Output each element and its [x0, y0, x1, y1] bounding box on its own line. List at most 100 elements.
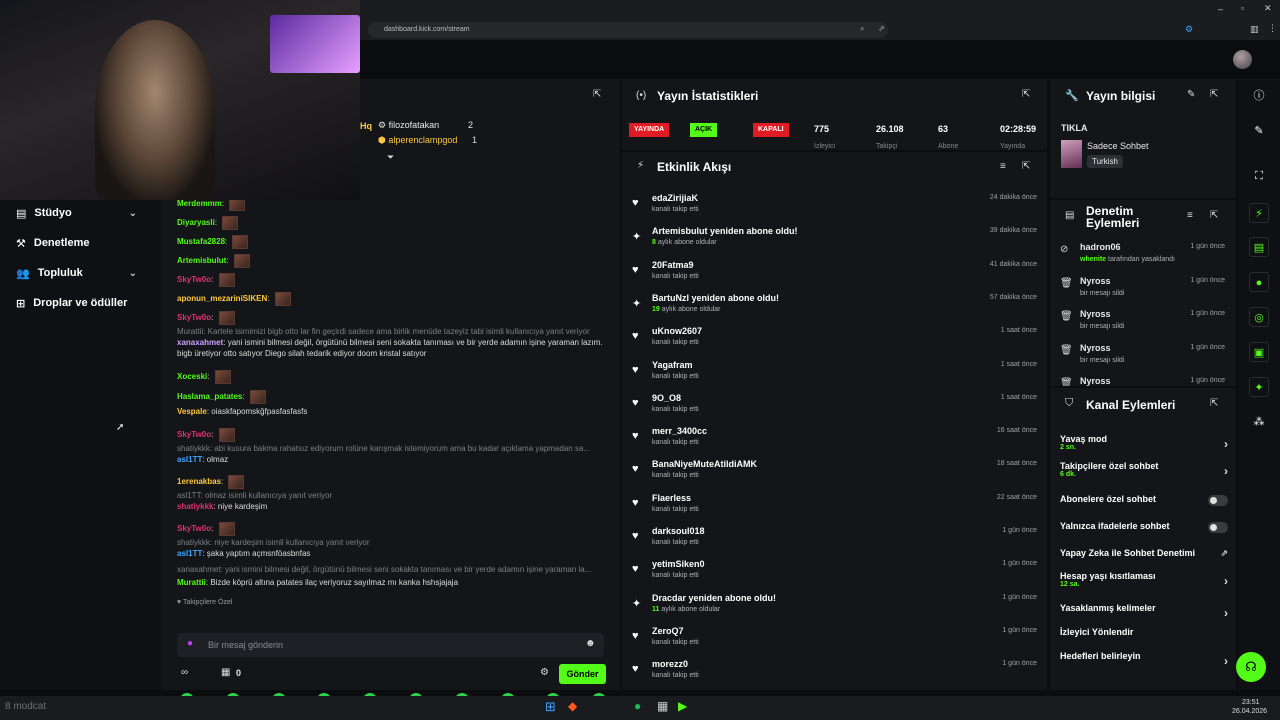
chat-username[interactable]: Merdemmm	[177, 199, 222, 208]
chat-username[interactable]: asl1TT	[177, 455, 202, 464]
chat-username[interactable]: Xoceski	[177, 372, 207, 381]
filter-icon[interactable]: ⏷	[387, 152, 394, 163]
emoji-icon[interactable]: ☻	[585, 638, 596, 649]
channel-action-item[interactable]: Yalnızca ifadelerle sohbet	[1060, 521, 1230, 543]
channel-action-item[interactable]: Hesap yaşı kısıtlaması 12 sa. ›	[1060, 571, 1230, 593]
extension-icon[interactable]: ⚙	[1185, 24, 1193, 35]
sidebar-item-studio[interactable]: ▤ Stüdyo ⌄	[16, 203, 151, 223]
windows-icon[interactable]: ⊞	[545, 699, 556, 715]
pen-icon[interactable]: ✎	[1249, 121, 1269, 141]
event-item[interactable]: ♥ 20Fatma9 kanalı takip etti 41 dakika önce	[632, 257, 1042, 290]
chat-username[interactable]: SkyTw0o	[177, 430, 211, 439]
chat-username[interactable]: Mustafa2828	[177, 237, 225, 246]
filter-icon[interactable]: ≡	[1187, 210, 1193, 221]
chat-username[interactable]: xanaxahmet	[177, 338, 223, 347]
broadcast-icon[interactable]: ◎	[1249, 307, 1269, 327]
event-feed-panel: ⚡ Etkinlik Akışı ≡ ⇱ ♥ edaZirijiaK kanalı …	[622, 152, 1047, 690]
toggle-switch[interactable]	[1208, 495, 1228, 506]
channel-action-item[interactable]: Yavaş mod 2 sn. ›	[1060, 434, 1230, 456]
mod-action-item[interactable]: ⊘ hadron06 1 gün önce whenite tarafından ya…	[1060, 240, 1230, 270]
chat-username[interactable]: shatiykkk	[177, 502, 213, 511]
channel-action-item[interactable]: İzleyici Yönlendir	[1060, 627, 1230, 649]
channel-action-item[interactable]: Abonelere özel sohbet	[1060, 494, 1230, 516]
support-button[interactable]: ☊	[1236, 652, 1266, 682]
event-item[interactable]: ✦ BartuNzl yeniden abone oldu! 19 aylık ab…	[632, 290, 1042, 323]
sidebar-toggle-icon[interactable]: ▥	[1250, 24, 1259, 35]
zoom-icon[interactable]: ⌕	[860, 24, 864, 34]
popout-icon[interactable]: ⇱	[1022, 161, 1030, 172]
popout-icon[interactable]: ⇱	[1210, 210, 1218, 221]
viewer-list-row[interactable]: ⬢ alperenclampgod 1	[378, 135, 488, 146]
send-button[interactable]: Gönder	[559, 664, 606, 684]
chat-username[interactable]: Artemisbulut	[177, 256, 226, 265]
chat-username[interactable]: 1erenakbas	[177, 477, 221, 486]
channel-action-item[interactable]: Hedefleri belirleyin ›	[1060, 651, 1230, 673]
event-item[interactable]: ✦ Artemisbulut yeniden abone oldu! 8 aylık…	[632, 223, 1042, 256]
popout-icon[interactable]: ⇱	[1210, 398, 1218, 409]
kick-icon[interactable]: ▶	[678, 699, 687, 713]
viewer-list-row[interactable]: ⚙ filozofatakan 2	[378, 120, 488, 131]
settings-icon[interactable]: ⚙	[540, 667, 549, 678]
chat-username[interactable]: Haslama_patates	[177, 392, 242, 401]
channel-action-item[interactable]: Yapay Zeka ile Sohbet Denetimi ⇗	[1060, 548, 1230, 570]
info-icon[interactable]: ⓘ	[1249, 86, 1269, 106]
chat-bubble-icon[interactable]: ●	[1249, 272, 1269, 292]
brave-icon[interactable]: ◆	[568, 699, 577, 713]
popout-icon[interactable]: ⇱	[1022, 89, 1030, 100]
sidebar-item-drops[interactable]: ⊞ Droplar ve ödüller	[16, 293, 127, 313]
event-item[interactable]: ♥ BanaNiyeMuteAtildiAMK kanalı takip etti 1…	[632, 456, 1042, 489]
event-item[interactable]: ♥ Yagafram kanalı takip etti 1 saat önce	[632, 357, 1042, 390]
toggle-switch[interactable]	[1208, 522, 1228, 533]
log-icon[interactable]: ▤	[1249, 237, 1269, 257]
edit-icon[interactable]: ✎	[1187, 89, 1195, 100]
mod-action-item[interactable]: 🗑 Nyross 1 gün önce	[1060, 374, 1230, 386]
filter-icon[interactable]: ≡	[1000, 161, 1006, 172]
chat-username[interactable]: asl1TT	[177, 549, 202, 558]
avatar[interactable]	[1233, 50, 1252, 69]
event-item[interactable]: ♥ ZeroQ7 kanalı takip etti 1 gün önce	[632, 623, 1042, 656]
channel-action-item[interactable]: Yasaklanmış kelimeler ›	[1060, 603, 1230, 625]
mod-action-item[interactable]: 🗑 Nyross 1 gün önce bir mesajı sildi	[1060, 341, 1230, 371]
mic-icon[interactable]: ●	[187, 638, 193, 649]
event-item[interactable]: ♥ morezz0 kanalı takip etti 1 gün önce	[632, 656, 1042, 689]
lightning-icon[interactable]: ⚡	[1249, 203, 1269, 223]
spotify-icon[interactable]: ●	[634, 699, 641, 713]
wrench-icon[interactable]: ✦	[1249, 377, 1269, 397]
chat-username[interactable]: SkyTw0o	[177, 313, 211, 322]
chat-username[interactable]: Diyaryasli	[177, 218, 215, 227]
chat-input[interactable]: ● Bir mesaj gönderin ☻	[177, 633, 604, 657]
gift-icon: ⊞	[16, 297, 26, 310]
maximize-icon[interactable]: ▫	[1241, 3, 1244, 13]
close-icon[interactable]: ✕	[1264, 3, 1272, 14]
chat-username[interactable]: SkyTw0o	[177, 275, 211, 284]
store-icon[interactable]: ▦	[221, 667, 230, 678]
video-icon[interactable]: ▣	[1249, 342, 1269, 362]
popout-icon[interactable]: ⇱	[1210, 89, 1218, 100]
chat-username[interactable]: Vespale	[177, 407, 207, 416]
crop-icon[interactable]: ⛶	[1249, 166, 1269, 186]
event-item[interactable]: ♥ uKnow2607 kanalı takip etti 1 saat önce	[632, 323, 1042, 356]
url-field[interactable]: dashboard.kick.com/stream	[368, 22, 888, 38]
channel-action-item[interactable]: Takipçilere özel sohbet 6 dk. ›	[1060, 461, 1230, 483]
event-item[interactable]: ♥ 9O_O8 kanalı takip etti 1 saat önce	[632, 390, 1042, 423]
popout-icon[interactable]: ⇱	[593, 89, 601, 100]
event-item[interactable]: ♥ darksoul018 kanalı takip etti 1 gün önce	[632, 523, 1042, 556]
chat-username[interactable]: SkyTw0o	[177, 524, 211, 533]
menu-icon[interactable]: ⋮	[1268, 23, 1277, 34]
event-item[interactable]: ♥ edaZirijiaK kanalı takip etti 24 dakika ö…	[632, 190, 1042, 223]
minimize-icon[interactable]: –	[1218, 4, 1223, 14]
sidebar-item-moderation[interactable]: ⚒ Denetleme	[16, 233, 90, 253]
share-icon[interactable]: ⇗	[878, 24, 885, 33]
mod-action-item[interactable]: 🗑 Nyross 1 gün önce bir mesajı sildi	[1060, 307, 1230, 337]
event-item[interactable]: ✦ Dracdar yeniden abone oldu! 11 aylık abo…	[632, 590, 1042, 623]
chat-username[interactable]: Murattii	[177, 578, 206, 587]
link-icon[interactable]: ∞	[181, 667, 188, 678]
nodes-icon[interactable]: ⁂	[1249, 412, 1269, 432]
event-item[interactable]: ♥ merr_3400cc kanalı takip etti 16 saat önc…	[632, 423, 1042, 456]
event-item[interactable]: ♥ yetimSiken0 kanalı takip etti 1 gün önce	[632, 556, 1042, 589]
mod-action-item[interactable]: 🗑 Nyross 1 gün önce bir mesajı sildi	[1060, 274, 1230, 304]
sidebar-item-community[interactable]: 👥 Topluluk ⌄	[16, 263, 151, 283]
app-icon[interactable]: ▦	[657, 699, 668, 713]
chat-username[interactable]: aponun_mezariniSIKEN	[177, 294, 267, 303]
event-item[interactable]: ♥ Flaerless kanalı takip etti 22 saat önce	[632, 490, 1042, 523]
